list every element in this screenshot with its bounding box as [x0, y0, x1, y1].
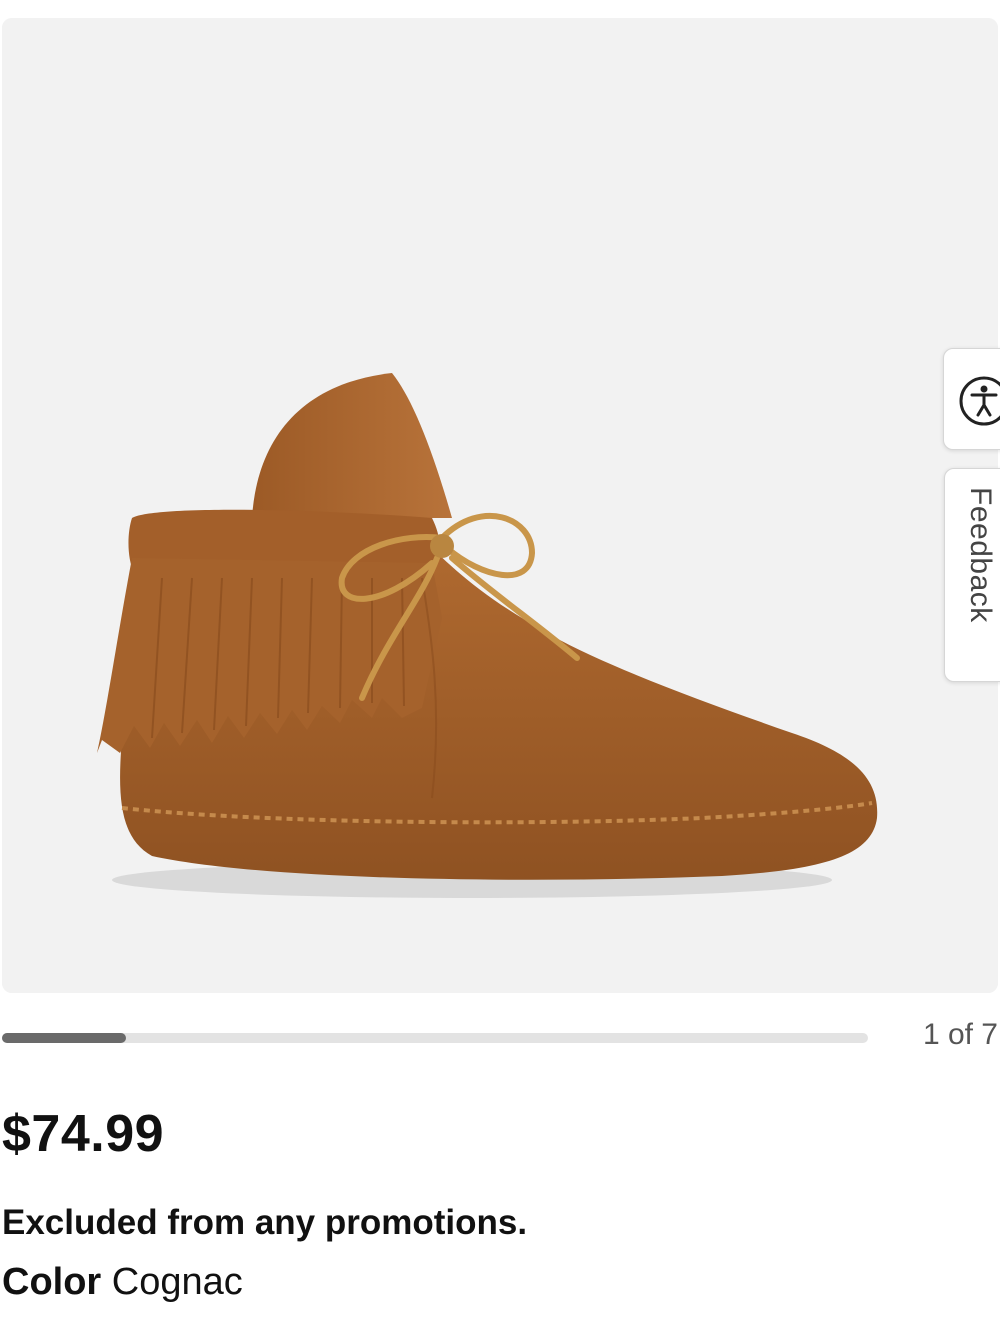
product-image-moccasin[interactable]: [2, 18, 998, 993]
accessibility-button[interactable]: [943, 348, 1000, 450]
image-counter: 1 of 7: [922, 1018, 998, 1051]
product-image-gallery[interactable]: [2, 18, 998, 993]
color-value: Cognac: [111, 1261, 243, 1303]
color-label: Color: [2, 1261, 102, 1303]
color-selection: Color Cognac: [2, 1261, 243, 1304]
product-detail-page: Feedback 1 of 7 $74.99 Excluded from any…: [0, 0, 1000, 1333]
gallery-progress-bar: [2, 1033, 868, 1043]
accessibility-person-icon: [959, 376, 1000, 426]
gallery-progress-fill: [2, 1033, 126, 1043]
feedback-button[interactable]: Feedback: [944, 468, 1000, 682]
feedback-label: Feedback: [964, 487, 997, 623]
promotion-exclusion-note: Excluded from any promotions.: [2, 1203, 528, 1242]
product-price: $74.99: [2, 1105, 165, 1163]
